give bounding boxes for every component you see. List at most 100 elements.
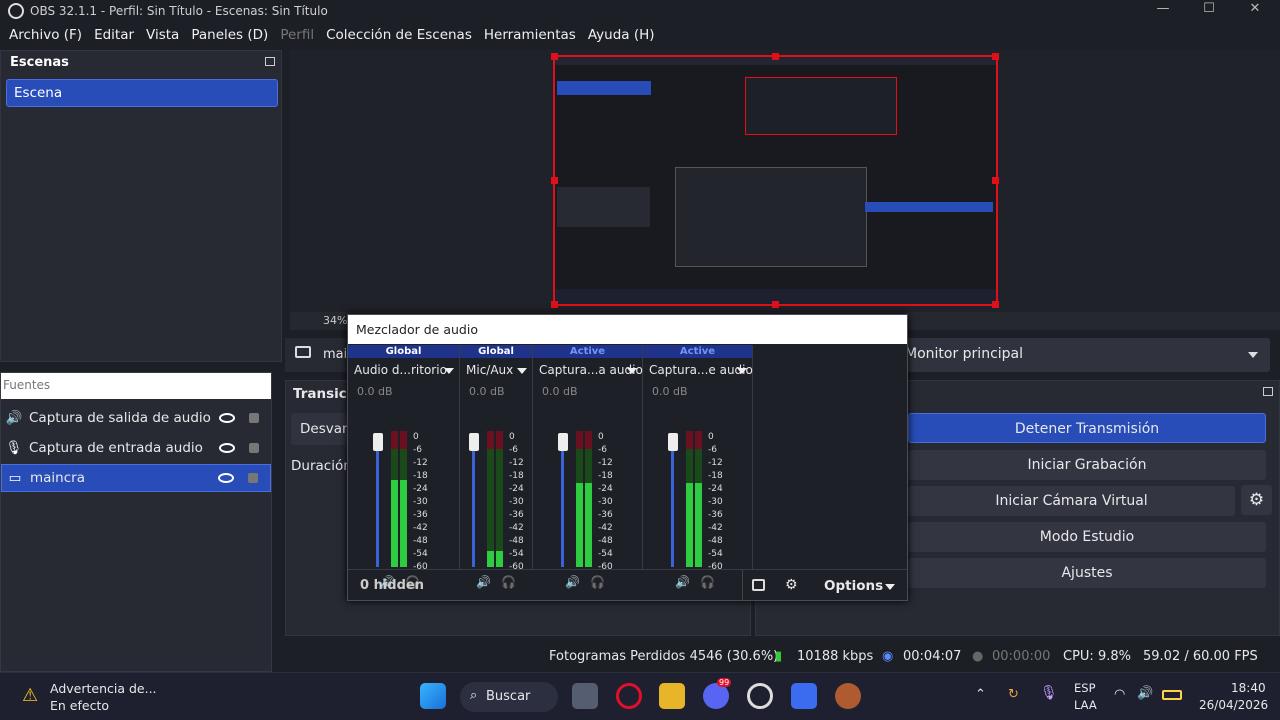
- volume-icon[interactable]: 🔊: [1137, 686, 1153, 701]
- opera-icon[interactable]: [616, 683, 642, 709]
- studio-mode-button[interactable]: Modo Estudio: [908, 522, 1266, 552]
- source-item[interactable]: 🎙 Captura de entrada audio: [1, 434, 271, 462]
- menu-paneles[interactable]: Paneles (D): [185, 27, 274, 43]
- resize-handle[interactable]: [551, 53, 558, 60]
- mixer-channel: Global Mic/Aux 0.0 dB 0 -6 -12 -18 -24 -30 -36 -42…: [460, 345, 533, 589]
- resize-handle[interactable]: [772, 53, 779, 60]
- volume-slider-track[interactable]: [671, 435, 674, 567]
- start-record-button[interactable]: Iniciar Grabación: [908, 450, 1266, 480]
- menu-perfil[interactable]: Perfil: [274, 27, 320, 43]
- file-explorer-icon[interactable]: [659, 683, 685, 709]
- meter-tick: 0: [509, 432, 515, 442]
- notification-title[interactable]: Advertencia de...: [50, 681, 157, 696]
- meter-tick: -54: [598, 549, 613, 559]
- gear-icon[interactable]: ⚙: [1241, 485, 1272, 515]
- volume-slider-handle[interactable]: [373, 433, 383, 451]
- monitor-select[interactable]: Monitor principal: [895, 338, 1270, 372]
- resize-handle[interactable]: [551, 177, 558, 184]
- obs-taskbar-icon[interactable]: [747, 683, 773, 709]
- microphone-tray-icon[interactable]: 🎙: [1040, 685, 1058, 701]
- resize-handle[interactable]: [772, 301, 779, 308]
- volume-slider-track[interactable]: [561, 435, 564, 567]
- lock-icon[interactable]: [249, 413, 259, 423]
- layout-toggle-icon[interactable]: [752, 579, 765, 591]
- channel-db: 0.0 dB: [357, 385, 393, 398]
- visibility-eye-icon[interactable]: [219, 443, 235, 453]
- meter-tick: -18: [509, 471, 524, 481]
- channel-badge: Global: [348, 345, 459, 358]
- advanced-settings-icon[interactable]: ⚙: [785, 577, 798, 593]
- undock-icon[interactable]: [1263, 387, 1273, 396]
- meter-tick: -48: [413, 536, 428, 546]
- transition-select[interactable]: Desvane: [291, 413, 359, 445]
- chevron-down-icon[interactable]: [444, 368, 454, 374]
- roblox-icon[interactable]: [791, 683, 817, 709]
- resize-handle[interactable]: [992, 53, 999, 60]
- meter-scale: 0 -6 -12 -18 -24 -30 -36 -42 -48 -54 -60: [708, 431, 723, 574]
- level-meter: [496, 431, 503, 567]
- undock-icon[interactable]: [265, 57, 275, 66]
- windows-start-icon[interactable]: [420, 683, 446, 709]
- level-meter: [695, 431, 702, 567]
- volume-slider-handle[interactable]: [668, 433, 678, 451]
- meter-tick: -6: [413, 445, 422, 455]
- meter-tick: -54: [509, 549, 524, 559]
- meter-tick: -30: [413, 497, 428, 507]
- close-button[interactable]: ✕: [1232, 0, 1278, 22]
- clock-time[interactable]: 18:40: [1231, 681, 1266, 695]
- menu-ayuda[interactable]: Ayuda (H): [582, 27, 661, 43]
- lock-icon[interactable]: [248, 473, 258, 483]
- resize-handle[interactable]: [992, 177, 999, 184]
- menu-vista[interactable]: Vista: [140, 27, 185, 43]
- source-item[interactable]: ▭ maincra: [1, 464, 271, 492]
- meter-tick: -30: [598, 497, 613, 507]
- volume-slider-handle[interactable]: [469, 433, 479, 451]
- tray-chevron-up-icon[interactable]: ⌃: [975, 687, 986, 702]
- volume-slider-track[interactable]: [472, 435, 475, 567]
- resize-handle[interactable]: [551, 301, 558, 308]
- meter-tick: -12: [509, 458, 524, 468]
- game-app-icon[interactable]: [835, 683, 861, 709]
- settings-button[interactable]: Ajustes: [908, 558, 1266, 588]
- visibility-eye-icon[interactable]: [219, 413, 235, 423]
- chevron-down-icon[interactable]: [737, 368, 747, 374]
- meter-green: [487, 550, 494, 567]
- meter-tick: -24: [598, 484, 613, 494]
- search-box[interactable]: ⌕ Buscar: [460, 682, 558, 712]
- chevron-down-icon[interactable]: [627, 368, 637, 374]
- signal-icon: ▮: [775, 649, 783, 664]
- minimize-button[interactable]: —: [1140, 0, 1186, 22]
- wifi-icon[interactable]: ◠: [1114, 687, 1125, 702]
- lock-icon[interactable]: [249, 443, 259, 453]
- scene-item[interactable]: Escena: [6, 79, 278, 107]
- preview-source-capture[interactable]: [553, 55, 998, 306]
- virtual-camera-button[interactable]: Iniciar Cámara Virtual: [908, 486, 1235, 516]
- lang-primary[interactable]: ESP: [1074, 681, 1096, 695]
- resize-handle[interactable]: [992, 301, 999, 308]
- stop-stream-button[interactable]: Detener Transmisión: [908, 413, 1266, 443]
- mixer-channel: Active Captura...a audio 0.0 dB 0 -6 -12 -18 -2…: [533, 345, 643, 589]
- volume-slider-handle[interactable]: [558, 433, 568, 451]
- meter-tick: -6: [509, 445, 518, 455]
- source-item[interactable]: 🔊 Captura de salida de audio: [1, 404, 271, 432]
- menu-editar[interactable]: Editar: [88, 27, 140, 43]
- stream-icon: ◉: [882, 649, 894, 664]
- visibility-eye-icon[interactable]: [218, 473, 234, 483]
- lang-secondary[interactable]: LAA: [1074, 698, 1097, 712]
- hidden-count: 0 hidden: [360, 578, 424, 593]
- cpu-usage: CPU: 9.8%: [1063, 649, 1131, 664]
- menu-archivo[interactable]: Archivo (F): [3, 27, 88, 43]
- sync-icon[interactable]: ↻: [1008, 687, 1019, 702]
- clock-date[interactable]: 26/04/2026: [1199, 698, 1268, 712]
- maximize-button[interactable]: ☐: [1186, 0, 1232, 22]
- volume-slider-track[interactable]: [376, 435, 379, 567]
- chevron-down-icon[interactable]: [517, 368, 527, 374]
- options-button[interactable]: Options: [824, 578, 883, 594]
- channel-name[interactable]: Audio d...ritorio: [354, 363, 447, 377]
- battery-icon[interactable]: [1162, 690, 1182, 700]
- menu-herramientas[interactable]: Herramientas: [478, 27, 582, 43]
- channel-name[interactable]: Mic/Aux: [466, 363, 513, 377]
- meter-green: [391, 479, 398, 567]
- task-view-icon[interactable]: [572, 683, 598, 709]
- menu-coleccion[interactable]: Colección de Escenas: [320, 27, 478, 43]
